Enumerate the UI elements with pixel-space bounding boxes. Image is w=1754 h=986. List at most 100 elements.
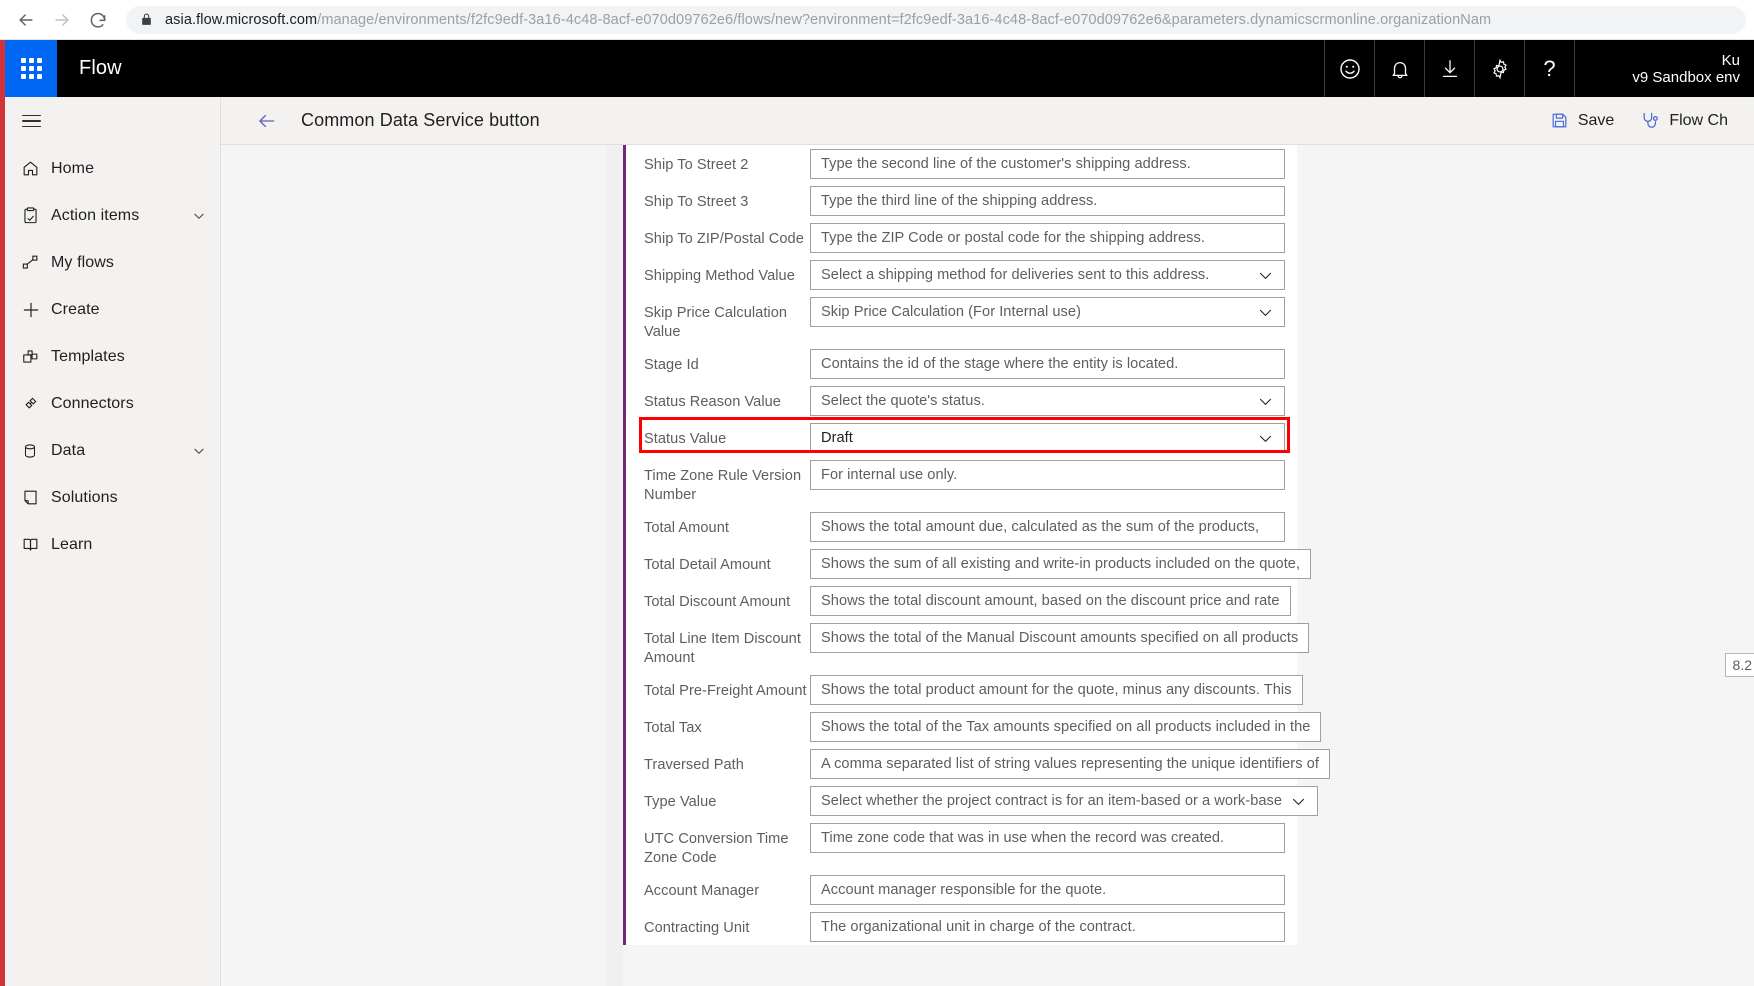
zoom-level-value: 8.2 — [1732, 657, 1752, 673]
field-label: Status Reason Value — [644, 394, 781, 410]
user-environment-info[interactable]: Ku v9 Sandbox env — [1574, 40, 1754, 97]
home-icon — [21, 159, 51, 178]
sidebar-item-learn[interactable]: Learn — [5, 521, 220, 568]
field-placeholder: Shows the sum of all existing and write-… — [821, 556, 1301, 572]
field-dropdown[interactable]: Select the quote's status. — [810, 386, 1285, 416]
field-dropdown[interactable]: Select a shipping method for deliveries … — [810, 260, 1285, 290]
table-row: Total Tax Shows the total of the Tax amou… — [642, 708, 1322, 745]
chevron-down-icon[interactable] — [1257, 430, 1274, 447]
sidebar-item-my-flows[interactable]: My flows — [5, 239, 220, 286]
url-path: /manage/environments/f2fc9edf-3a16-4c48-… — [317, 11, 1492, 28]
cds-action-card: Ship To Street 2 Type the second line of … — [623, 145, 1330, 945]
sidebar-item-label: Solutions — [51, 488, 118, 506]
stethoscope-icon — [1640, 111, 1660, 131]
sidebar-item-label: Connectors — [51, 394, 134, 412]
field-placeholder: Time zone code that was in use when the … — [821, 830, 1225, 846]
field-label: Total Amount — [644, 520, 729, 536]
plus-icon — [21, 300, 51, 320]
sidebar-item-label: Home — [51, 159, 95, 177]
chevron-down-icon[interactable] — [1257, 267, 1274, 284]
feedback-smiley-icon[interactable] — [1324, 40, 1374, 97]
field-input[interactable]: Shows the total of the Tax amounts speci… — [810, 712, 1322, 742]
field-input[interactable]: Account manager responsible for the quot… — [810, 875, 1285, 905]
clipboard-check-icon — [21, 206, 51, 225]
field-placeholder: Select whether the project contract is f… — [821, 793, 1283, 809]
field-input[interactable]: Type the ZIP Code or postal code for the… — [810, 223, 1285, 253]
save-button[interactable]: Save — [1550, 111, 1614, 130]
field-input[interactable]: Shows the total discount amount, based o… — [810, 586, 1291, 616]
field-input[interactable]: Type the third line of the shipping addr… — [810, 186, 1285, 216]
chevron-down-icon[interactable] — [1257, 304, 1274, 321]
chevron-down-icon[interactable] — [1257, 393, 1274, 410]
field-input[interactable]: The organizational unit in charge of the… — [810, 912, 1285, 942]
sidebar-item-home[interactable]: Home — [5, 145, 220, 192]
app-launcher-button[interactable] — [5, 40, 57, 97]
field-input[interactable]: Shows the sum of all existing and write-… — [810, 549, 1312, 579]
field-dropdown[interactable]: Draft — [810, 423, 1285, 453]
download-icon[interactable] — [1424, 40, 1474, 97]
field-input[interactable]: A comma separated list of string values … — [810, 749, 1330, 779]
chevron-down-icon[interactable] — [192, 209, 206, 223]
field-label: Total Discount Amount — [644, 594, 791, 610]
field-dropdown[interactable]: Select whether the project contract is f… — [810, 786, 1319, 816]
field-label: Ship To Street 3 — [644, 194, 749, 210]
sidebar-item-action-items[interactable]: Action items — [5, 192, 220, 239]
browser-reload-button[interactable] — [80, 2, 116, 38]
notifications-bell-icon[interactable] — [1374, 40, 1424, 97]
save-label: Save — [1577, 111, 1615, 129]
table-row: Traversed Path A comma separated list of … — [642, 745, 1330, 782]
hamburger-icon — [22, 111, 41, 132]
chevron-down-icon[interactable] — [1290, 793, 1307, 810]
flow-checker-button[interactable]: Flow Ch — [1640, 111, 1728, 131]
field-input[interactable]: Time zone code that was in use when the … — [810, 823, 1285, 853]
table-row: Total Amount Shows the total amount due, … — [642, 508, 1285, 545]
browser-back-button[interactable] — [8, 2, 44, 38]
sidebar-item-data[interactable]: Data — [5, 427, 220, 474]
save-disk-icon — [1550, 111, 1569, 130]
back-button[interactable] — [255, 111, 279, 131]
sidebar-item-solutions[interactable]: Solutions — [5, 474, 220, 521]
field-placeholder: Shows the total amount due, calculated a… — [821, 519, 1260, 535]
sidebar-item-create[interactable]: Create — [5, 286, 220, 333]
field-label: Type Value — [644, 794, 717, 810]
field-input[interactable]: Shows the total product amount for the q… — [810, 675, 1303, 705]
url-host: asia.flow.microsoft.com — [165, 11, 318, 28]
field-input[interactable]: For internal use only. — [810, 460, 1285, 490]
sidebar-item-connectors[interactable]: Connectors — [5, 380, 220, 427]
browser-address-bar[interactable]: asia.flow.microsoft.com/manage/environme… — [126, 5, 1746, 34]
sidebar-item-label: My flows — [51, 253, 115, 271]
field-label: Total Line Item Discount Amount — [644, 631, 801, 666]
browser-forward-button[interactable] — [44, 2, 80, 38]
chevron-down-icon[interactable] — [192, 444, 206, 458]
address-bar-url: asia.flow.microsoft.com/manage/environme… — [165, 12, 1491, 28]
field-label: Skip Price Calculation Value — [644, 305, 788, 340]
field-input[interactable]: Shows the total of the Manual Discount a… — [810, 623, 1310, 653]
help-question-icon[interactable]: ? — [1524, 40, 1574, 97]
sidebar-toggle-button[interactable] — [5, 97, 220, 145]
flow-command-bar: Common Data Service button Save Flow Ch — [221, 97, 1754, 145]
zoom-level-chip[interactable]: 8.2 — [1724, 653, 1754, 677]
field-input[interactable]: Contains the id of the stage where the e… — [810, 349, 1285, 379]
field-label: Account Manager — [644, 883, 760, 899]
sidebar-item-label: Action items — [51, 206, 140, 224]
table-row: Total Pre-Freight Amount Shows the total … — [642, 671, 1303, 708]
solutions-icon — [21, 488, 51, 507]
field-placeholder: Shows the total product amount for the q… — [821, 682, 1292, 698]
field-dropdown[interactable]: Skip Price Calculation (For Internal use… — [810, 297, 1285, 327]
user-name: Ku — [1721, 51, 1740, 69]
book-icon — [21, 535, 51, 554]
field-input[interactable]: Shows the total amount due, calculated a… — [810, 512, 1285, 542]
table-row: Total Detail Amount Shows the sum of all … — [642, 545, 1312, 582]
field-label: Shipping Method Value — [644, 268, 795, 284]
field-placeholder: Account manager responsible for the quot… — [821, 882, 1107, 898]
sidebar-nav: Home Action items My flows Create Templa… — [5, 97, 221, 986]
table-row: Total Discount Amount Shows the total dis… — [642, 582, 1291, 619]
sidebar-item-label: Create — [51, 300, 100, 318]
field-input[interactable]: Type the second line of the customer's s… — [810, 149, 1285, 179]
field-placeholder: Shows the total of the Manual Discount a… — [821, 630, 1299, 646]
field-placeholder: For internal use only. — [821, 467, 958, 483]
settings-gear-icon[interactable] — [1474, 40, 1524, 97]
field-label: UTC Conversion Time Zone Code — [644, 831, 789, 866]
sidebar-item-templates[interactable]: Templates — [5, 333, 220, 380]
brand-title[interactable]: Flow — [57, 40, 144, 97]
